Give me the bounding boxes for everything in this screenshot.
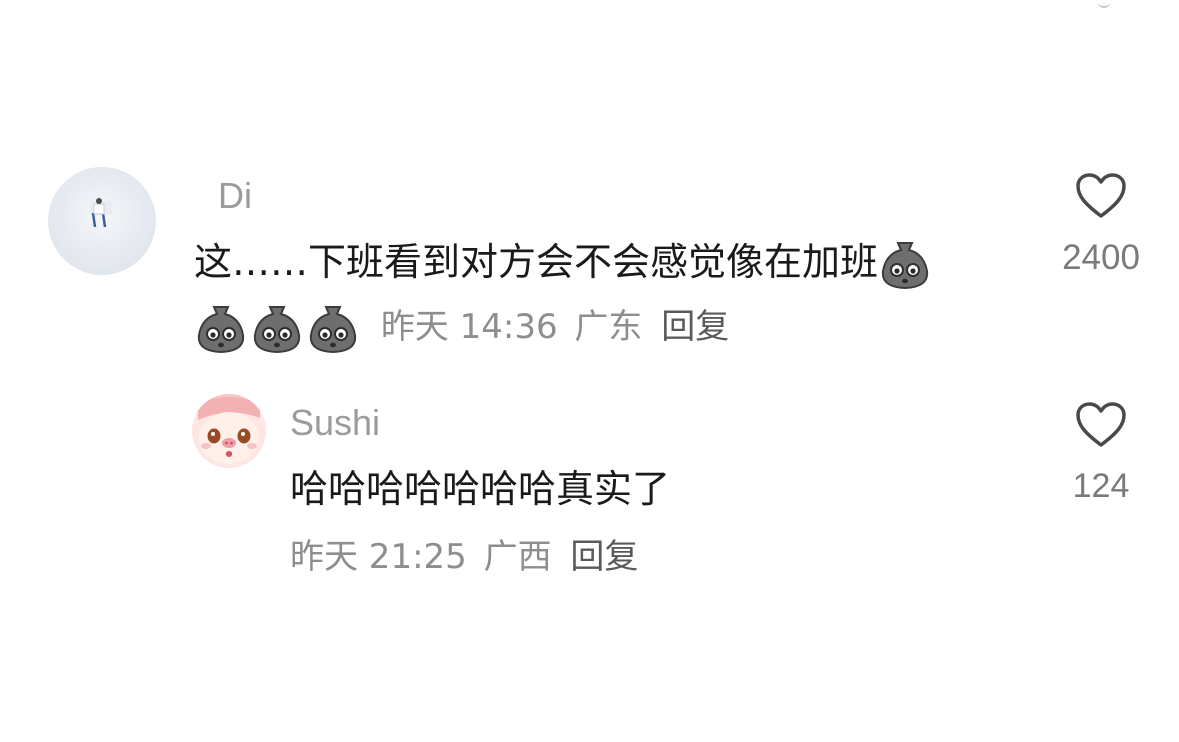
comment-text-content: 这……下班看到对方会不会感觉像在加班 [194, 240, 879, 284]
comment-location: 广西 [483, 537, 552, 577]
like-count: 124 [1072, 467, 1130, 505]
comment-time: 昨天 21:25 [290, 537, 467, 577]
comment-time: 昨天 14:36 [380, 307, 558, 347]
comment-text: 哈哈哈哈哈哈哈真实了 [290, 467, 671, 511]
stone-face-emoji-icon [250, 301, 304, 357]
stone-face-emoji-icon [878, 237, 932, 293]
comment-text: 这……下班看到对方会不会感觉像在加班 [194, 231, 934, 293]
scroll-hint [1098, 0, 1110, 8]
username[interactable]: Di [218, 178, 252, 214]
like-button[interactable]: 2400 [1046, 172, 1156, 278]
comment-location: 广东 [574, 307, 643, 347]
username[interactable]: Sushi [290, 405, 380, 441]
stone-face-emoji-icon [306, 301, 360, 357]
comment-meta: 昨天 21:25 广西 回复 [290, 540, 638, 574]
reply-button[interactable]: 回复 [570, 537, 638, 577]
heart-icon[interactable] [1075, 172, 1127, 220]
avatar[interactable] [192, 394, 266, 468]
heart-icon[interactable] [1075, 401, 1127, 449]
avatar[interactable] [48, 167, 156, 275]
like-button[interactable]: 124 [1046, 401, 1156, 506]
stone-face-emoji-icon [194, 301, 248, 357]
like-count: 2400 [1062, 238, 1140, 277]
comment-meta: 昨天 14:36 广东 回复 [194, 297, 729, 357]
reply-button[interactable]: 回复 [661, 307, 729, 347]
